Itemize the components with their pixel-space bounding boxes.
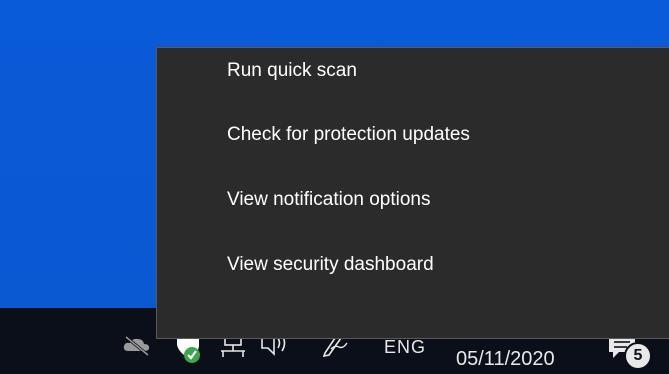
menu-item-check-protection-updates[interactable]: Check for protection updates <box>157 106 669 164</box>
windows-security-context-menu: Run quick scan Check for protection upda… <box>156 47 669 339</box>
menu-item-view-notification-options[interactable]: View notification options <box>157 171 669 229</box>
menu-item-label: Check for protection updates <box>227 124 470 145</box>
menu-item-run-quick-scan[interactable]: Run quick scan <box>157 42 669 100</box>
menu-item-view-security-dashboard[interactable]: View security dashboard <box>157 236 669 294</box>
notification-count-badge: 5 <box>624 342 652 370</box>
menu-item-label: View notification options <box>227 189 431 210</box>
language-indicator[interactable]: ENG <box>384 338 426 356</box>
menu-item-label: View security dashboard <box>227 254 434 275</box>
onedrive-offline-icon[interactable] <box>120 332 154 358</box>
clock-date[interactable]: 05/11/2020 <box>456 348 555 371</box>
notification-count: 5 <box>633 347 643 364</box>
menu-item-label: Run quick scan <box>227 60 357 81</box>
